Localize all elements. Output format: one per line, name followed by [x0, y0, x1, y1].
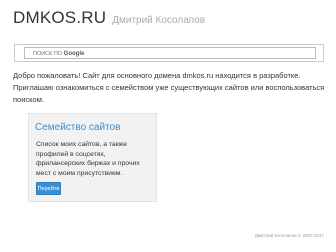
- search-placeholder: ПОИСК ПО Google: [33, 49, 84, 59]
- site-logo[interactable]: DMKOS.RU: [13, 8, 106, 28]
- google-brand: Google: [63, 51, 85, 57]
- site-header: DMKOS.RU Дмитрий Косолапов: [13, 8, 205, 28]
- footer-copyright: Дмитрий Косолапов © 2007-2017: [254, 233, 324, 238]
- go-button[interactable]: Перейти: [36, 182, 61, 195]
- author-name: Дмитрий Косолапов: [112, 15, 206, 26]
- card-title: Семейство сайтов: [35, 122, 121, 133]
- search-placeholder-prefix: ПОИСК ПО: [33, 51, 63, 57]
- search-input[interactable]: ПОИСК ПО Google: [24, 47, 316, 59]
- intro-text: Добро пожаловать! Сайт для основного дом…: [13, 71, 325, 104]
- card-description: Список моих сайтов, а также профилей в с…: [36, 141, 140, 177]
- sites-family-card: Семейство сайтов Список моих сайтов, а т…: [28, 113, 157, 202]
- search-panel: ПОИСК ПО Google: [14, 44, 324, 62]
